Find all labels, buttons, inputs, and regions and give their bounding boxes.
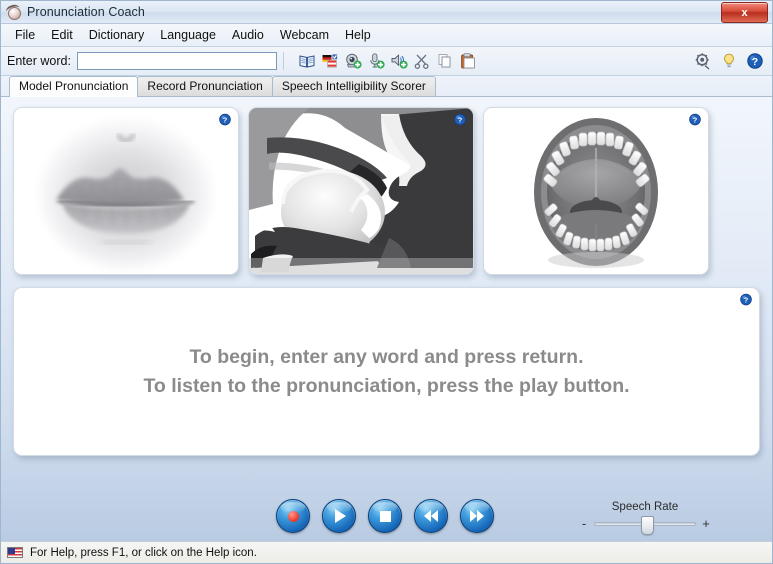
play-button[interactable] (322, 499, 356, 533)
open-mouth-image (484, 108, 708, 274)
rewind-double-triangle-icon (424, 510, 438, 522)
translate-flags-icon[interactable] (321, 52, 339, 70)
svg-text:?: ? (458, 115, 463, 124)
help-bubble-sagittal-panel[interactable]: ? (453, 113, 467, 127)
toolbar: Enter word: ? (1, 47, 772, 76)
tab-model-pronunciation[interactable]: Model Pronunciation (9, 76, 139, 97)
help-bubble-instruction-panel[interactable]: ? (739, 293, 753, 307)
fast-forward-double-triangle-icon (470, 510, 484, 522)
status-text: For Help, press F1, or click on the Help… (30, 546, 257, 559)
speech-rate-control: Speech Rate - + (580, 501, 710, 535)
menu-file[interactable]: File (7, 26, 43, 44)
instruction-line-2: To listen to the pronunciation, press th… (143, 374, 630, 397)
svg-text:?: ? (744, 295, 749, 304)
help-bubble-lips-panel[interactable]: ? (218, 113, 232, 127)
tab-strip: Model Pronunciation Record Pronunciation… (1, 76, 772, 97)
status-bar: For Help, press F1, or click on the Help… (1, 541, 772, 563)
sagittal-section-image (249, 108, 473, 274)
tab-record-pronunciation[interactable]: Record Pronunciation (137, 76, 273, 96)
svg-text:?: ? (693, 115, 698, 124)
enter-word-label: Enter word: (7, 54, 71, 68)
speech-rate-slider[interactable] (594, 515, 696, 535)
window-title: Pronunciation Coach (27, 5, 145, 19)
copy-icon[interactable] (436, 52, 454, 70)
rewind-button[interactable] (414, 499, 448, 533)
word-input[interactable] (76, 52, 277, 70)
add-webcam-icon[interactable] (344, 52, 362, 70)
lips-photo-image (14, 108, 238, 274)
open-mouth-front-panel[interactable]: ? (483, 107, 709, 275)
speech-rate-label: Speech Rate (611, 501, 679, 513)
content-area: ? ? ? ? To begin, enter any word and pre… (1, 97, 772, 541)
instruction-line-1: To begin, enter any word and press retur… (189, 345, 584, 368)
help-question-icon[interactable]: ? (746, 52, 764, 70)
menu-dictionary[interactable]: Dictionary (81, 26, 153, 44)
stop-square-icon (379, 510, 391, 522)
record-dot-icon (287, 510, 299, 522)
toolbar-separator (282, 52, 284, 70)
help-bubble-open-mouth-panel[interactable]: ? (688, 113, 702, 127)
speech-rate-row: - + (580, 515, 710, 535)
menu-audio[interactable]: Audio (224, 26, 272, 44)
close-button[interactable]: x (721, 2, 768, 23)
fast-forward-button[interactable] (460, 499, 494, 533)
webcam-settings-icon[interactable] (694, 52, 712, 70)
application-window: Pronunciation Coach x File Edit Dictiona… (0, 0, 773, 564)
menu-language[interactable]: Language (152, 26, 224, 44)
playback-buttons (276, 499, 494, 533)
toolbar-right-icons: ? (694, 52, 764, 70)
speech-rate-plus[interactable]: + (702, 516, 710, 531)
svg-text:?: ? (752, 56, 758, 68)
menu-bar: File Edit Dictionary Language Audio Webc… (1, 24, 772, 47)
svg-text:?: ? (223, 115, 228, 124)
transport-bar: Speech Rate - + (1, 499, 772, 535)
speech-rate-thumb[interactable] (640, 515, 654, 535)
app-head-profile-icon (4, 3, 22, 20)
lightbulb-tip-icon[interactable] (720, 52, 738, 70)
cut-scissors-icon[interactable] (413, 52, 431, 70)
stop-button[interactable] (368, 499, 402, 533)
us-flag-icon[interactable] (7, 547, 23, 558)
sagittal-vocal-tract-panel[interactable]: ? (248, 107, 474, 275)
dictionary-book-icon[interactable] (298, 52, 316, 70)
menu-edit[interactable]: Edit (43, 26, 81, 44)
add-microphone-icon[interactable] (367, 52, 385, 70)
window-controls: x (721, 2, 768, 23)
toolbar-icon-group (298, 52, 477, 70)
menu-webcam[interactable]: Webcam (272, 26, 337, 44)
lips-front-view-panel[interactable]: ? (13, 107, 239, 275)
title-bar: Pronunciation Coach x (1, 1, 772, 24)
instruction-panel: ? To begin, enter any word and press ret… (13, 287, 760, 456)
play-triangle-icon (335, 509, 346, 523)
speech-rate-minus[interactable]: - (580, 516, 588, 531)
add-speaker-icon[interactable] (390, 52, 408, 70)
visualization-row: ? ? ? (13, 107, 760, 275)
tab-speech-intelligibility-scorer[interactable]: Speech Intelligibility Scorer (271, 76, 436, 96)
menu-help[interactable]: Help (337, 26, 379, 44)
record-button[interactable] (276, 499, 310, 533)
paste-icon[interactable] (459, 52, 477, 70)
